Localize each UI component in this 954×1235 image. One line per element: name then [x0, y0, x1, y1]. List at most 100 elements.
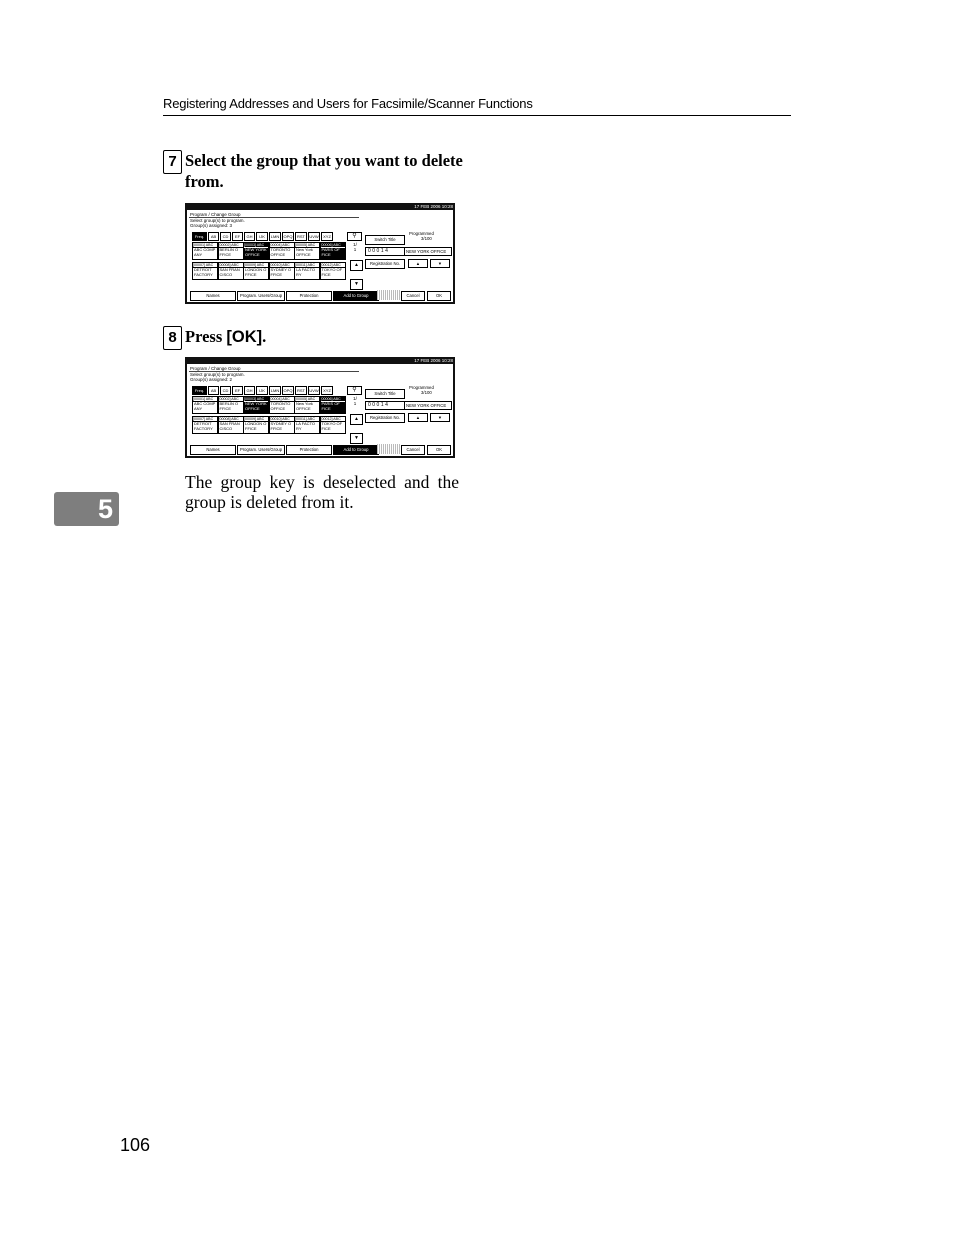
group-key[interactable]: [00012] ABC TOKYO OF FICE [319, 416, 346, 434]
switch-title-button[interactable]: Switch Title [365, 235, 405, 245]
group-key[interactable]: [00005] ABC New York OFFICE [294, 396, 320, 414]
page-total: 1 [353, 247, 357, 252]
tab-cd[interactable]: CD [220, 386, 231, 395]
group-key[interactable]: [00008] ABC SAN FRAN CISCO [217, 416, 244, 434]
step-text: Press [OK]. [185, 326, 465, 348]
step-number: 8 [163, 326, 182, 350]
registration-no-button[interactable]: Registration No. [365, 259, 405, 269]
switch-title-button[interactable]: Switch Title [365, 389, 405, 399]
tab-opq[interactable]: OPQ [282, 232, 294, 241]
group-key[interactable]: [00011] ABC LA FACTO RY [294, 262, 320, 280]
tab-rst[interactable]: RST [295, 386, 307, 395]
group-key[interactable]: [00011] ABC LA FACTO RY [294, 416, 320, 434]
bottom-tab-1[interactable]: Program. Users/Group [237, 445, 285, 455]
decorative-pattern [377, 290, 401, 300]
tab-lmn[interactable]: LMN [269, 386, 281, 395]
group-key[interactable]: [00005] ABC New York OFFICE [294, 242, 320, 260]
group-key[interactable]: [00007] ABC DETROIT FACTORY [192, 416, 218, 434]
tab-freq[interactable]: Freq. [192, 386, 207, 395]
reg-number-field[interactable]: 00014 [365, 247, 405, 256]
group-name-line2: FICE [321, 251, 331, 257]
group-key[interactable]: [00010] ABC SYDNEY O FFICE [268, 262, 295, 280]
group-key[interactable]: [00008] ABC SAN FRAN CISCO [217, 262, 244, 280]
group-key[interactable]: [00012] ABC TOKYO OF FICE [319, 262, 346, 280]
group-key[interactable]: [00004] ABC TORONTO OFFICE [268, 396, 295, 414]
tab-ab[interactable]: AB [208, 386, 219, 395]
group-name-line2: FFICE [245, 271, 257, 277]
group-name-line2: ANY [194, 405, 203, 411]
bottom-tab-0[interactable]: Names [190, 291, 236, 301]
cancel-button[interactable]: Cancel [401, 445, 425, 455]
group-key[interactable]: [00003] ABC NEW YORK OFFICE [243, 242, 269, 260]
tab-uvw[interactable]: UVW [308, 386, 320, 395]
group-tabs: Freq. AB CD EF GH IJK LMN OPQ RST UVW XYZ [192, 386, 334, 395]
page-number: 106 [120, 1135, 151, 1155]
tab-lmn[interactable]: LMN [269, 232, 281, 241]
cancel-button[interactable]: Cancel [401, 291, 425, 301]
name-field[interactable]: NEW YORK OFFICE [404, 401, 452, 410]
group-key[interactable]: [00006] ABC PARIS OF FICE [319, 242, 346, 260]
ok-button[interactable]: OK [427, 291, 451, 301]
group-key[interactable]: [00007] ABC DETROIT FACTORY [192, 262, 218, 280]
bottom-tab-3[interactable]: Add to Group [333, 291, 379, 301]
tab-ijk[interactable]: IJK [256, 232, 268, 241]
up-button[interactable]: ▲ [408, 413, 428, 422]
scroll-up-button[interactable]: ▲ [350, 260, 363, 271]
group-key[interactable]: [00002] ABC BERLIN O FFICE [217, 242, 244, 260]
registration-no-button[interactable]: Registration No. [365, 413, 405, 423]
tab-freq[interactable]: Freq. [192, 232, 207, 241]
group-key[interactable]: [00010] ABC SYDNEY O FFICE [268, 416, 295, 434]
tab-ef[interactable]: EF [232, 232, 243, 241]
screenshot-after-ok: 17 FEB 2006 10:28 Program / Change Group S… [185, 357, 455, 458]
tab-ijk[interactable]: IJK [256, 386, 268, 395]
reg-number-field[interactable]: 00014 [365, 401, 405, 410]
bottom-tab-2[interactable]: Protection [286, 291, 332, 301]
page-indicator: 1/1 [350, 396, 360, 406]
tab-rst[interactable]: RST [295, 232, 307, 241]
group-name-line2: FFICE [219, 251, 232, 257]
group-name-line2: FICE [321, 425, 331, 431]
tab-cd[interactable]: CD [220, 232, 231, 241]
scroll-up-button[interactable]: ▲ [350, 414, 363, 425]
tab-gh[interactable]: GH [244, 386, 255, 395]
up-button[interactable]: ▲ [408, 259, 428, 268]
result-paragraph: The group key is deselected and the grou… [185, 472, 459, 512]
running-header: Registering Addresses and Users for Facs… [163, 96, 791, 116]
group-name-line2: RY [296, 425, 302, 431]
group-key[interactable]: [00009] ABC LONDON O FFICE [243, 416, 269, 434]
group-key[interactable]: [00001] ABC ABC COMP ANY [192, 242, 218, 260]
down-button[interactable]: ▼ [430, 413, 450, 422]
name-field[interactable]: NEW YORK OFFICE [404, 247, 452, 256]
tab-ef[interactable]: EF [232, 386, 243, 395]
group-key[interactable]: [00004] ABC TORONTO OFFICE [268, 242, 295, 260]
bottom-tab-3[interactable]: Add to Group [333, 445, 379, 455]
tab-opq[interactable]: OPQ [282, 386, 294, 395]
search-icon[interactable]: ⚲ [347, 386, 362, 395]
group-key[interactable]: [00006] ABC PARIS OF FICE [319, 396, 346, 414]
group-name-line2: OFFICE [245, 405, 260, 411]
bottom-tab-1[interactable]: Program. Users/Group [237, 291, 285, 301]
bottom-tab-0[interactable]: Names [190, 445, 236, 455]
tab-xyz[interactable]: XYZ [321, 232, 333, 241]
ok-button[interactable]: OK [427, 445, 451, 455]
scroll-down-button[interactable]: ▼ [350, 433, 363, 444]
tab-ab[interactable]: AB [208, 232, 219, 241]
groups-assigned: Group(s) assigned: 2 [190, 377, 233, 382]
tab-uvw[interactable]: UVW [308, 232, 320, 241]
group-name-line2: FICE [321, 405, 331, 411]
group-key[interactable]: [00003] ABC NEW YORK OFFICE [243, 396, 269, 414]
group-tabs: Freq. AB CD EF GH IJK LMN OPQ RST UVW XYZ [192, 232, 334, 241]
group-key[interactable]: [00001] ABC ABC COMP ANY [192, 396, 218, 414]
group-name-line2: OFFICE [270, 251, 286, 257]
tab-gh[interactable]: GH [244, 232, 255, 241]
group-key[interactable]: [00002] ABC BERLIN O FFICE [217, 396, 244, 414]
group-name-line2: OFFICE [245, 251, 260, 257]
bottom-tab-2[interactable]: Protection [286, 445, 332, 455]
group-key[interactable]: [00009] ABC LONDON O FFICE [243, 262, 269, 280]
search-icon[interactable]: ⚲ [347, 232, 362, 241]
step-number: 7 [163, 150, 182, 174]
tab-xyz[interactable]: XYZ [321, 386, 333, 395]
groups-assigned: Group(s) assigned: 3 [190, 223, 233, 228]
down-button[interactable]: ▼ [430, 259, 450, 268]
scroll-down-button[interactable]: ▼ [350, 279, 363, 290]
